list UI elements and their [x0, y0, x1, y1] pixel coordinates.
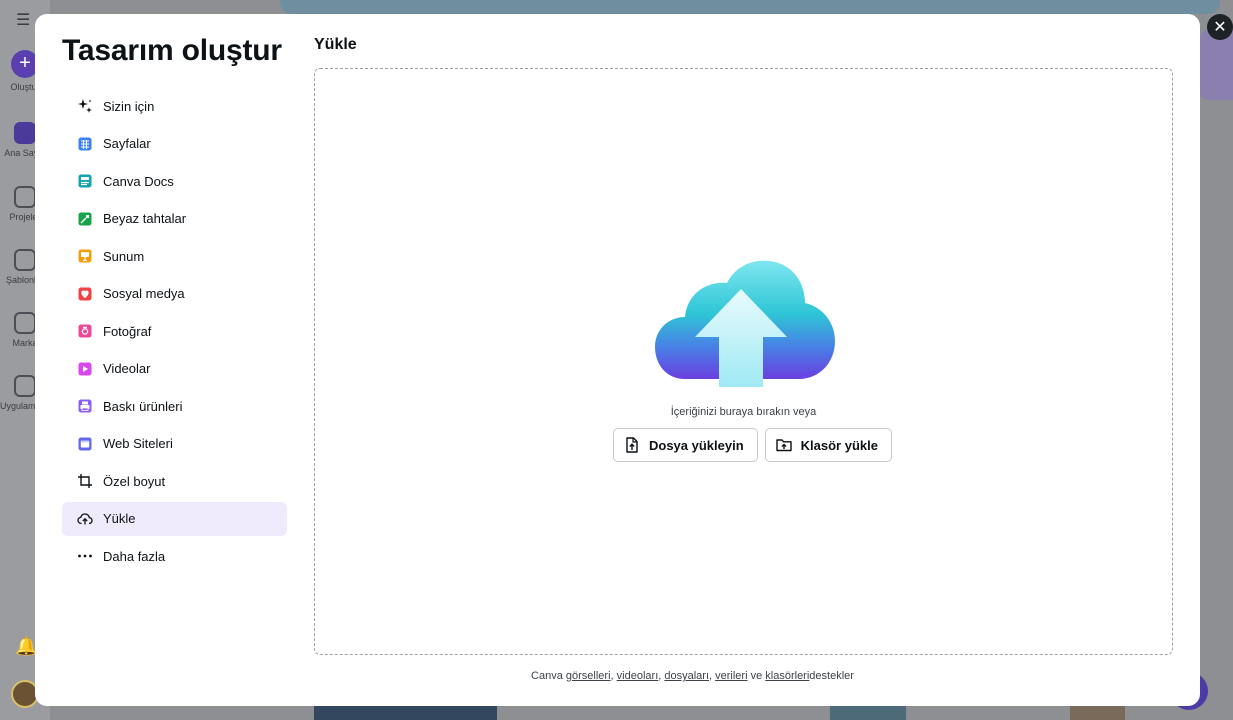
more-icon [77, 548, 93, 564]
nav-item-label: Sunum [103, 248, 145, 264]
upload-file-label: Dosya yükleyin [649, 437, 744, 453]
nav-item-label: Sosyal medya [103, 286, 185, 301]
nav-item-for-you[interactable]: Sizin için [62, 89, 287, 123]
create-design-modal: Tasarım oluştur Sizin için Sayfalar Canv… [35, 14, 1200, 706]
design-type-nav: Sizin için Sayfalar Canva Docs Beyaz tah… [62, 89, 287, 577]
sparkle-icon [77, 98, 93, 114]
files-link[interactable]: dosyaları [664, 670, 709, 682]
background-topbar [280, 0, 1220, 14]
nav-item-videos[interactable]: Videolar [62, 352, 287, 386]
crop-icon [77, 473, 93, 489]
nav-item-sheets[interactable]: Sayfalar [62, 127, 287, 161]
docs-icon [77, 173, 93, 189]
nav-item-label: Web Siteleri [103, 436, 173, 451]
folder-icon [14, 186, 36, 208]
supported-formats-text: Canva görselleri, videoları, dosyaları, … [531, 670, 854, 682]
nav-item-label: Fotoğraf [103, 323, 152, 339]
folder-upload-icon [775, 436, 793, 454]
nav-item-upload[interactable]: Yükle [62, 501, 287, 536]
nav-item-presentations[interactable]: Sunum [62, 239, 287, 273]
cloud-upload-icon [77, 511, 93, 527]
nav-item-label: Videolar [103, 361, 151, 376]
hamburger-menu-icon: ☰ [16, 12, 31, 29]
nav-item-label: Baskı ürünleri [103, 398, 183, 414]
nav-item-social-media[interactable]: Sosyal medya [62, 277, 287, 311]
nav-item-label: Daha fazla [103, 548, 166, 564]
close-icon: ✕ [1213, 17, 1227, 36]
camera-icon [77, 323, 93, 339]
upload-file-button[interactable]: Dosya yükleyin [613, 428, 758, 462]
video-icon [77, 361, 93, 377]
nav-item-more[interactable]: Daha fazla [62, 539, 287, 573]
upload-folder-button[interactable]: Klasör yükle [764, 428, 892, 462]
upload-dropzone[interactable]: İçeriğinizi buraya bırakın veya Dosya yü… [314, 68, 1173, 655]
heart-icon [77, 286, 93, 302]
table-icon [77, 136, 93, 152]
nav-item-label: Sizin için [103, 98, 155, 114]
close-button[interactable]: ✕ [1207, 14, 1233, 40]
bg-thumbnail [1070, 706, 1125, 720]
videos-link[interactable]: videoları [617, 670, 659, 682]
nav-item-print[interactable]: Baskı ürünleri [62, 389, 287, 423]
nav-item-label: Özel boyut [103, 473, 166, 489]
whiteboard-icon [77, 211, 93, 227]
bg-thumbnail [314, 706, 497, 720]
printer-icon [77, 398, 93, 414]
modal-title: Tasarım oluştur [62, 34, 282, 67]
upload-buttons: Dosya yükleyin Klasör yükle [613, 428, 892, 462]
folders-link[interactable]: klasörleri [765, 670, 809, 682]
presentation-icon [77, 248, 93, 264]
cloud-upload-illustration [655, 260, 835, 387]
apps-icon [14, 375, 36, 397]
nav-item-whiteboards[interactable]: Beyaz tahtalar [62, 202, 287, 236]
nav-item-photo[interactable]: Fotoğraf [62, 314, 287, 348]
nav-item-label: Sayfalar [103, 136, 151, 151]
nav-item-custom-size[interactable]: Özel boyut [62, 464, 287, 498]
file-upload-icon [623, 436, 641, 454]
drop-instructions: İçeriğinizi buraya bırakın veya [670, 406, 817, 418]
website-icon [77, 436, 93, 452]
upload-heading: Yükle [314, 36, 357, 53]
images-link[interactable]: görselleri [566, 670, 611, 682]
nav-item-docs[interactable]: Canva Docs [62, 164, 287, 198]
background-panel [1200, 30, 1233, 100]
template-icon [14, 249, 36, 271]
nav-item-label: Yükle [103, 511, 136, 526]
nav-item-label: Canva Docs [103, 173, 174, 189]
nav-item-websites[interactable]: Web Siteleri [62, 427, 287, 461]
home-icon [14, 122, 36, 144]
bg-thumbnail [830, 706, 906, 720]
nav-item-label: Beyaz tahtalar [103, 211, 187, 226]
data-link[interactable]: verileri [715, 670, 747, 682]
brand-icon [14, 312, 36, 334]
upload-folder-label: Klasör yükle [800, 437, 878, 453]
